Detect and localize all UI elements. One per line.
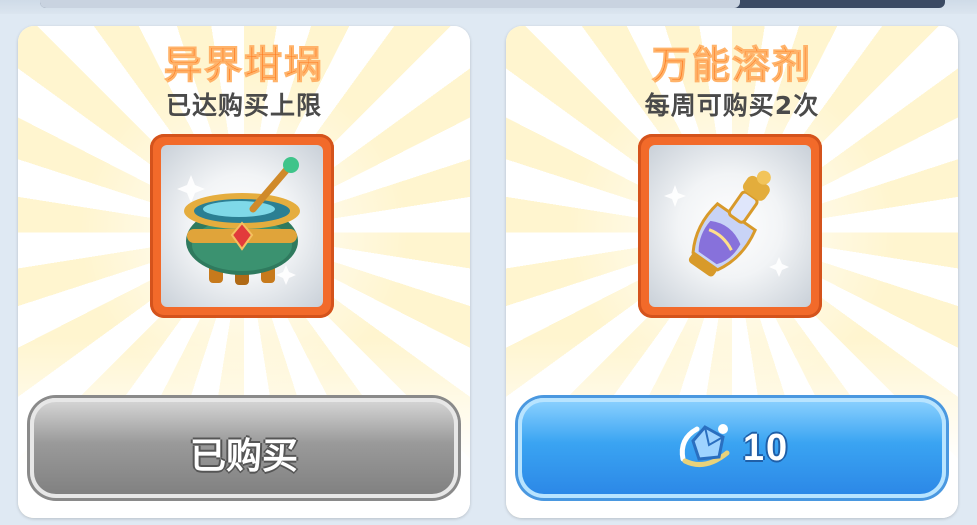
top-progress-bar [40,0,945,8]
shop-item-card-solvent[interactable]: 万能溶剂 每周可购买2次 10 [506,26,958,518]
crystal-currency-icon [675,419,739,478]
cauldron-icon [161,145,323,307]
purchased-button-label: 已购买 [189,435,298,476]
price-display: 10 [518,416,946,480]
purchase-limit-status: 已达购买上限 [165,91,322,120]
price-value: 10 [742,426,790,469]
item-name: 异界坩埚 [163,43,324,88]
item-icon-frame[interactable] [150,134,334,318]
weekly-purchase-limit: 每周可购买2次 [644,91,820,120]
item-icon-frame[interactable] [638,134,822,318]
item-name: 万能溶剂 [651,43,812,88]
top-bar [0,0,977,14]
shop-item-card-cauldron[interactable]: 异界坩埚 已达购买上限 已购买 [18,26,470,518]
purchased-button[interactable]: 已购买 [30,398,458,498]
buy-button[interactable]: 10 [518,398,946,498]
solvent-bottle-icon [649,145,811,307]
